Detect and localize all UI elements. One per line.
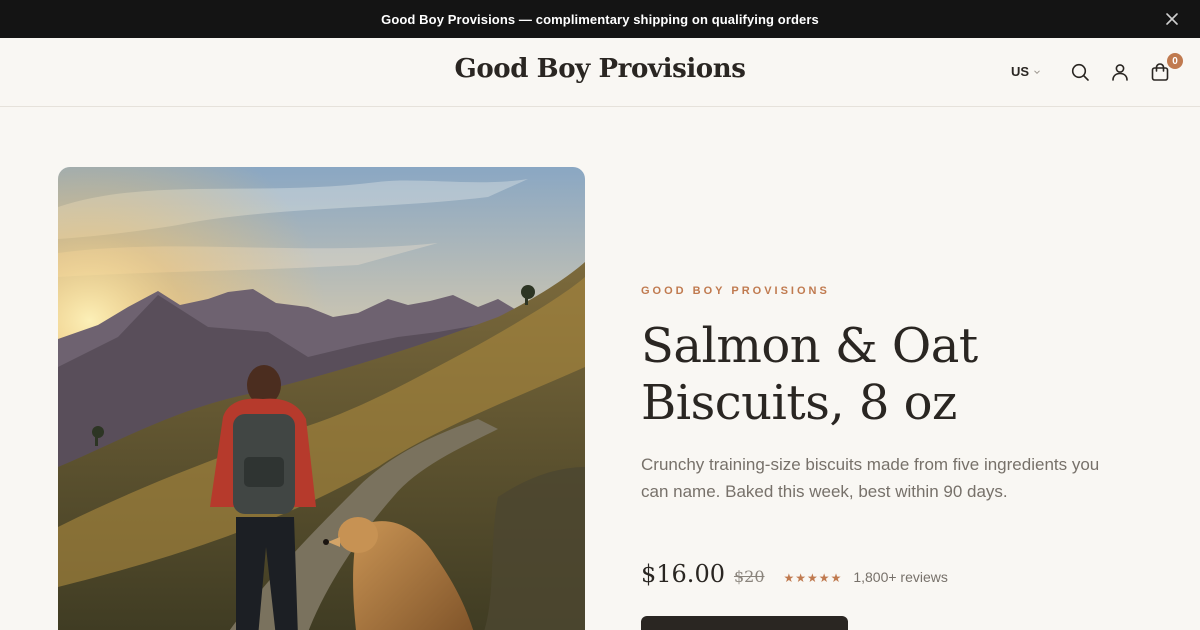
region-selector[interactable]: US xyxy=(1011,64,1041,79)
site-header: Good Boy Provisions US xyxy=(0,38,1200,107)
add-to-cart-button[interactable] xyxy=(641,616,848,630)
rating-stars: ★★★★★ xyxy=(783,571,843,585)
product-description: Crunchy training-size biscuits made from… xyxy=(641,455,1100,501)
account-icon[interactable] xyxy=(1110,62,1130,82)
cart-icon[interactable] xyxy=(1150,62,1170,82)
search-icon[interactable] xyxy=(1070,62,1090,82)
compare-at-price: $20 xyxy=(733,567,765,586)
cart-count-badge: 0 xyxy=(1167,53,1183,69)
region-label: US xyxy=(1011,64,1030,79)
announcement-text: Good Boy Provisions — complimentary ship… xyxy=(381,11,819,27)
review-count-link[interactable]: 1,800+ reviews xyxy=(853,569,948,585)
product-price: $16.00 xyxy=(641,560,725,588)
announcement-bar: Good Boy Provisions — complimentary ship… xyxy=(0,0,1200,38)
product-title: Salmon & Oat Biscuits, 8 oz xyxy=(641,318,978,431)
chevron-down-icon xyxy=(1034,69,1040,74)
close-icon[interactable] xyxy=(1164,11,1180,27)
mountain-hike-illustration xyxy=(58,167,585,630)
price-row: $16.00 $20 ★★★★★ 1,800+ reviews xyxy=(641,560,948,588)
brand-eyebrow: GOOD BOY PROVISIONS xyxy=(641,285,830,297)
product-image xyxy=(58,167,585,630)
